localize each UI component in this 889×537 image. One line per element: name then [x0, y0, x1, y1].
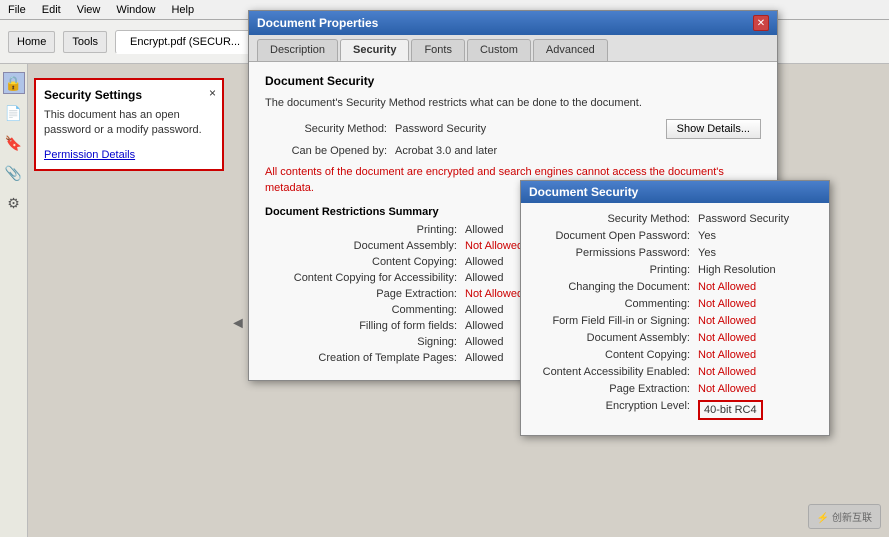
subdialog-encryption-label: Encryption Level:	[533, 400, 698, 420]
watermark-text: 创新互联	[832, 513, 872, 524]
subdialog-content-copying-label: Content Copying:	[533, 349, 698, 361]
tab-security[interactable]: Security	[340, 39, 409, 61]
tab-custom[interactable]: Custom	[467, 39, 531, 61]
opened-by-row: Can be Opened by: Acrobat 3.0 and later	[265, 145, 761, 157]
tools-btn[interactable]: Tools	[63, 31, 107, 53]
tab-fonts[interactable]: Fonts	[411, 39, 465, 61]
subdialog-titlebar: Document Security	[521, 181, 829, 203]
menu-window[interactable]: Window	[116, 4, 155, 16]
restriction-copying-accessibility-value: Allowed	[465, 272, 504, 284]
menu-edit[interactable]: Edit	[42, 4, 61, 16]
subdialog-assembly-value: Not Allowed	[698, 332, 756, 344]
subdialog-changing-doc-value: Not Allowed	[698, 281, 756, 293]
subdialog-open-password-value: Yes	[698, 230, 716, 242]
security-settings-close-btn[interactable]: ×	[209, 86, 216, 100]
subdialog-assembly: Document Assembly: Not Allowed	[533, 332, 817, 344]
security-settings-title: Security Settings	[44, 88, 214, 102]
dialog-close-btn[interactable]: ✕	[753, 15, 769, 31]
home-btn[interactable]: Home	[8, 31, 55, 53]
restriction-copying-label: Content Copying:	[265, 256, 465, 268]
restriction-copying-value: Allowed	[465, 256, 504, 268]
dialog-title: Document Properties	[257, 16, 378, 30]
subdialog-permissions-password-value: Yes	[698, 247, 716, 259]
subdialog-changing-doc: Changing the Document: Not Allowed	[533, 281, 817, 293]
subdialog-commenting: Commenting: Not Allowed	[533, 298, 817, 310]
restriction-page-extraction-value: Not Allowed	[465, 288, 523, 300]
subdialog-printing-label: Printing:	[533, 264, 698, 276]
menu-view[interactable]: View	[77, 4, 101, 16]
restriction-commenting-value: Allowed	[465, 304, 504, 316]
restriction-commenting-label: Commenting:	[265, 304, 465, 316]
subdialog-security-method-label: Security Method:	[533, 213, 698, 225]
restriction-template-pages-value: Allowed	[465, 352, 504, 364]
sidebar-lock-icon[interactable]: 🔒	[3, 72, 25, 94]
subdialog-page-extraction-value: Not Allowed	[698, 383, 756, 395]
tab-advanced[interactable]: Advanced	[533, 39, 608, 61]
subdialog-page-extraction: Page Extraction: Not Allowed	[533, 383, 817, 395]
sidebar-bookmark-icon[interactable]: 🔖	[3, 132, 25, 154]
subdialog-assembly-label: Document Assembly:	[533, 332, 698, 344]
subdialog-printing: Printing: High Resolution	[533, 264, 817, 276]
restriction-signing-value: Allowed	[465, 336, 504, 348]
subdialog-accessibility-label: Content Accessibility Enabled:	[533, 366, 698, 378]
opened-by-label: Can be Opened by:	[265, 145, 395, 157]
permission-details-link[interactable]: Permission Details	[44, 149, 135, 161]
section-title: Document Security	[265, 74, 761, 88]
subdialog-form-field-value: Not Allowed	[698, 315, 756, 327]
sidebar-layers-icon[interactable]: ⚙	[3, 192, 25, 214]
subdialog-commenting-value: Not Allowed	[698, 298, 756, 310]
subdialog-open-password-label: Document Open Password:	[533, 230, 698, 242]
subdialog-security-method-value: Password Security	[698, 213, 789, 225]
subdialog-page-extraction-label: Page Extraction:	[533, 383, 698, 395]
security-method-label: Security Method:	[265, 123, 395, 135]
security-settings-popup: Security Settings × This document has an…	[34, 78, 224, 171]
subdialog-commenting-label: Commenting:	[533, 298, 698, 310]
dialog-tabs: Description Security Fonts Custom Advanc…	[249, 35, 777, 62]
subdialog-content-copying: Content Copying: Not Allowed	[533, 349, 817, 361]
restriction-page-extraction-label: Page Extraction:	[265, 288, 465, 300]
restriction-form-fields-value: Allowed	[465, 320, 504, 332]
menu-help[interactable]: Help	[171, 4, 194, 16]
subdialog-printing-value: High Resolution	[698, 264, 776, 276]
subdialog-open-password: Document Open Password: Yes	[533, 230, 817, 242]
subdialog-form-field: Form Field Fill-in or Signing: Not Allow…	[533, 315, 817, 327]
restriction-printing-value: Allowed	[465, 224, 504, 236]
subdialog-accessibility: Content Accessibility Enabled: Not Allow…	[533, 366, 817, 378]
security-method-value: Password Security	[395, 123, 486, 135]
pdf-tab[interactable]: Encrypt.pdf (SECUR...	[115, 30, 255, 54]
subdialog-accessibility-value: Not Allowed	[698, 366, 756, 378]
security-method-row: Security Method: Password Security Show …	[265, 119, 761, 139]
subdialog-content: Security Method: Password Security Docum…	[521, 203, 829, 435]
subdialog-permissions-password-label: Permissions Password:	[533, 247, 698, 259]
sidebar-page-icon[interactable]: 📄	[3, 102, 25, 124]
intro-text: The document's Security Method restricts…	[265, 96, 761, 111]
sidebar-attach-icon[interactable]: 📎	[3, 162, 25, 184]
document-security-subdialog: Document Security Security Method: Passw…	[520, 180, 830, 436]
restriction-assembly-label: Document Assembly:	[265, 240, 465, 252]
restriction-printing-label: Printing:	[265, 224, 465, 236]
restriction-copying-accessibility-label: Content Copying for Accessibility:	[265, 272, 465, 284]
show-details-btn[interactable]: Show Details...	[666, 119, 761, 139]
subdialog-security-method: Security Method: Password Security	[533, 213, 817, 225]
restriction-signing-label: Signing:	[265, 336, 465, 348]
tab-description[interactable]: Description	[257, 39, 338, 61]
sidebar: 🔒 📄 🔖 📎 ⚙	[0, 64, 28, 537]
subdialog-form-field-label: Form Field Fill-in or Signing:	[533, 315, 698, 327]
dialog-titlebar: Document Properties ✕	[249, 11, 777, 35]
subdialog-encryption-value: 40-bit RC4	[698, 400, 763, 420]
restriction-template-pages-label: Creation of Template Pages:	[265, 352, 465, 364]
restriction-form-fields-label: Filling of form fields:	[265, 320, 465, 332]
watermark: ⚡ 创新互联	[808, 504, 881, 529]
subdialog-encryption-level: Encryption Level: 40-bit RC4	[533, 400, 817, 420]
restriction-assembly-value: Not Allowed	[465, 240, 523, 252]
scroll-arrow: ◄	[230, 315, 246, 333]
watermark-icon: ⚡	[817, 513, 829, 524]
subdialog-permissions-password: Permissions Password: Yes	[533, 247, 817, 259]
security-settings-description: This document has an open password or a …	[44, 108, 214, 139]
subdialog-content-copying-value: Not Allowed	[698, 349, 756, 361]
opened-by-value: Acrobat 3.0 and later	[395, 145, 497, 157]
menu-file[interactable]: File	[8, 4, 26, 16]
subdialog-changing-doc-label: Changing the Document:	[533, 281, 698, 293]
